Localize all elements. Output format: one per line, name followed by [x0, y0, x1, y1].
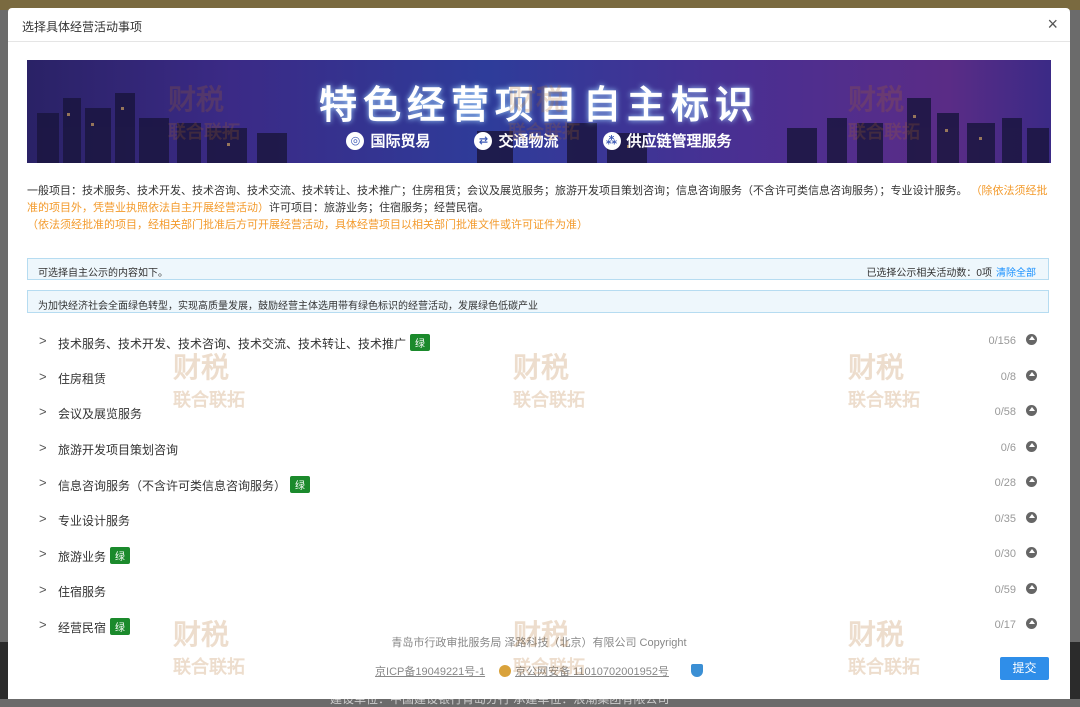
green-badge: 绿	[410, 334, 431, 351]
chevron-right-icon[interactable]: >	[39, 440, 47, 455]
dialog-header: 选择具体经营活动事项 ×	[8, 8, 1070, 42]
activity-count: 0/156	[988, 335, 1016, 347]
activity-label-text: 专业设计服务	[58, 513, 131, 528]
submit-button[interactable]: 提交	[1000, 657, 1049, 680]
green-notice-bar: 为加快经济社会全面绿色转型，实现高质量发展，鼓励经营主体选用带有绿色标识的经营活…	[27, 290, 1049, 313]
activity-row[interactable]: > 信息咨询服务（不含许可类信息咨询服务）绿 0/28	[27, 465, 1051, 501]
activity-label-text: 经营民宿	[58, 621, 107, 635]
banner-tag-label: 交通物流	[498, 133, 559, 150]
chevron-right-icon[interactable]: >	[39, 369, 47, 384]
banner-tags: ◎ 国际贸易 ⇄ 交通物流 ⁂ 供应链管理服务	[27, 130, 1051, 151]
activity-count: 0/6	[1000, 441, 1016, 454]
expand-up-icon[interactable]	[1026, 511, 1037, 523]
activity-label-text: 住宿服务	[58, 584, 107, 599]
selected-count-text: 已选择公示相关活动数：0项	[866, 268, 992, 279]
expand-up-icon[interactable]	[1026, 440, 1037, 452]
activity-label: 旅游开发项目策划咨询	[58, 441, 178, 458]
expand-up-icon[interactable]	[1026, 334, 1037, 345]
green-badge: 绿	[110, 547, 131, 564]
chevron-right-icon[interactable]: >	[39, 582, 47, 597]
activity-label-text: 信息咨询服务（不含许可类信息咨询服务）	[58, 479, 287, 493]
activity-label: 住宿服务	[58, 583, 106, 600]
expand-up-icon[interactable]	[1026, 476, 1037, 487]
clear-all-link[interactable]: 清除全部	[996, 268, 1036, 279]
activity-label: 信息咨询服务（不含许可类信息咨询服务）绿	[58, 476, 311, 494]
banner-tag-label: 国际贸易	[370, 133, 431, 150]
icp-link[interactable]: 京ICP备19049221号-1	[375, 666, 485, 678]
expand-up-icon[interactable]	[1026, 618, 1037, 629]
activity-count: 0/8	[1000, 370, 1016, 383]
selection-hint: 可选择自主公示的内容如下。	[38, 268, 168, 279]
selection-summary-bar: 可选择自主公示的内容如下。 已选择公示相关活动数：0项 清除全部	[27, 258, 1049, 280]
footer-line-1: 青岛市行政审批服务局 泽路科技（北京）有限公司 Copyright	[391, 637, 687, 649]
activity-count: 0/59	[994, 583, 1016, 596]
network-icon: ⁂	[602, 131, 621, 150]
activity-list: > 技术服务、技术开发、技术咨询、技术交流、技术转让、技术推广绿 0/156 > 住房租…	[27, 323, 1051, 643]
scope-general: 一般项目：技术服务、技术开发、技术咨询、技术交流、技术转让、技术推广；住房租赁；…	[27, 185, 968, 197]
chevron-right-icon[interactable]: >	[39, 617, 47, 632]
expand-up-icon[interactable]	[1026, 547, 1037, 558]
activity-row[interactable]: > 住房租赁 0/8	[27, 359, 1051, 395]
activity-label: 技术服务、技术开发、技术咨询、技术交流、技术转让、技术推广绿	[58, 334, 431, 352]
police-record-link[interactable]: 京公网安备 11010702001952号	[515, 666, 669, 678]
chevron-right-icon[interactable]: >	[39, 475, 47, 490]
activity-count: 0/30	[994, 548, 1016, 560]
chevron-right-icon[interactable]: >	[39, 333, 47, 348]
banner-tag-supply-chain: ⁂ 供应链管理服务	[602, 130, 732, 151]
banner-tag-trade: ◎ 国际贸易	[346, 130, 430, 151]
banner-tag-label: 供应链管理服务	[626, 133, 732, 150]
expand-up-icon[interactable]	[1026, 582, 1037, 594]
business-scope-text: 一般项目：技术服务、技术开发、技术咨询、技术交流、技术转让、技术推广；住房租赁；…	[27, 183, 1051, 234]
activity-row[interactable]: > 专业设计服务 0/35	[27, 501, 1051, 537]
select-activity-dialog: 选择具体经营活动事项 × 特色经营项目自主标识 ◎ 国际贸易 ⇄ 交通物流 ⁂ …	[8, 8, 1070, 699]
green-badge: 绿	[110, 618, 131, 635]
activity-row[interactable]: > 旅游业务绿 0/30	[27, 536, 1051, 572]
chevron-right-icon[interactable]: >	[39, 546, 47, 561]
activity-label-text: 会议及展览服务	[58, 407, 143, 421]
activity-label: 旅游业务绿	[58, 547, 131, 565]
feature-banner: 特色经营项目自主标识 ◎ 国际贸易 ⇄ 交通物流 ⁂ 供应链管理服务	[27, 60, 1051, 163]
activity-label-text: 技术服务、技术开发、技术咨询、技术交流、技术转让、技术推广	[58, 337, 407, 351]
activity-label-text: 旅游开发项目策划咨询	[58, 442, 179, 457]
activity-label-text: 旅游业务	[58, 550, 107, 564]
green-notice-text: 为加快经济社会全面绿色转型，实现高质量发展，鼓励经营主体选用带有绿色标识的经营活…	[38, 301, 538, 312]
chevron-right-icon[interactable]: >	[39, 404, 47, 419]
activity-count: 0/35	[994, 512, 1016, 525]
activity-count: 0/17	[994, 619, 1016, 631]
shield-icon	[690, 664, 703, 677]
activity-count: 0/28	[994, 477, 1016, 489]
activity-label: 住房租赁	[58, 370, 106, 387]
banner-tag-logistics: ⇄ 交通物流	[474, 130, 559, 151]
activity-count: 0/58	[994, 406, 1016, 418]
selection-count: 已选择公示相关活动数：0项 清除全部	[866, 264, 1036, 279]
expand-up-icon[interactable]	[1026, 405, 1037, 416]
scope-licensed: 许可项目：旅游业务；住宿服务；经营民宿。	[269, 202, 489, 214]
activity-label: 会议及展览服务	[58, 405, 142, 422]
activity-row[interactable]: > 会议及展览服务 0/58	[27, 394, 1051, 430]
footer-line-2: 京ICP备19049221号-1 京公网安备 11010702001952号	[8, 663, 1070, 679]
banner-title: 特色经营项目自主标识	[318, 83, 759, 127]
close-icon[interactable]: ×	[1047, 14, 1058, 34]
dialog-title: 选择具体经营活动事项	[22, 20, 143, 34]
activity-label: 专业设计服务	[58, 512, 130, 529]
transport-icon: ⇄	[474, 131, 493, 150]
activity-row[interactable]: > 住宿服务 0/59	[27, 572, 1051, 608]
chevron-right-icon[interactable]: >	[39, 511, 47, 526]
scope-licensed-note: （依法须经批准的项目，经相关部门批准后方可开展经营活动，具体经营项目以相关部门批…	[27, 219, 588, 231]
expand-up-icon[interactable]	[1026, 369, 1037, 381]
green-badge: 绿	[290, 476, 311, 493]
globe-icon: ◎	[346, 131, 365, 150]
activity-row[interactable]: > 旅游开发项目策划咨询 0/6	[27, 430, 1051, 466]
activity-row[interactable]: > 技术服务、技术开发、技术咨询、技术交流、技术转让、技术推广绿 0/156	[27, 323, 1051, 359]
police-badge-icon	[499, 665, 512, 677]
activity-label-text: 住房租赁	[58, 371, 107, 386]
